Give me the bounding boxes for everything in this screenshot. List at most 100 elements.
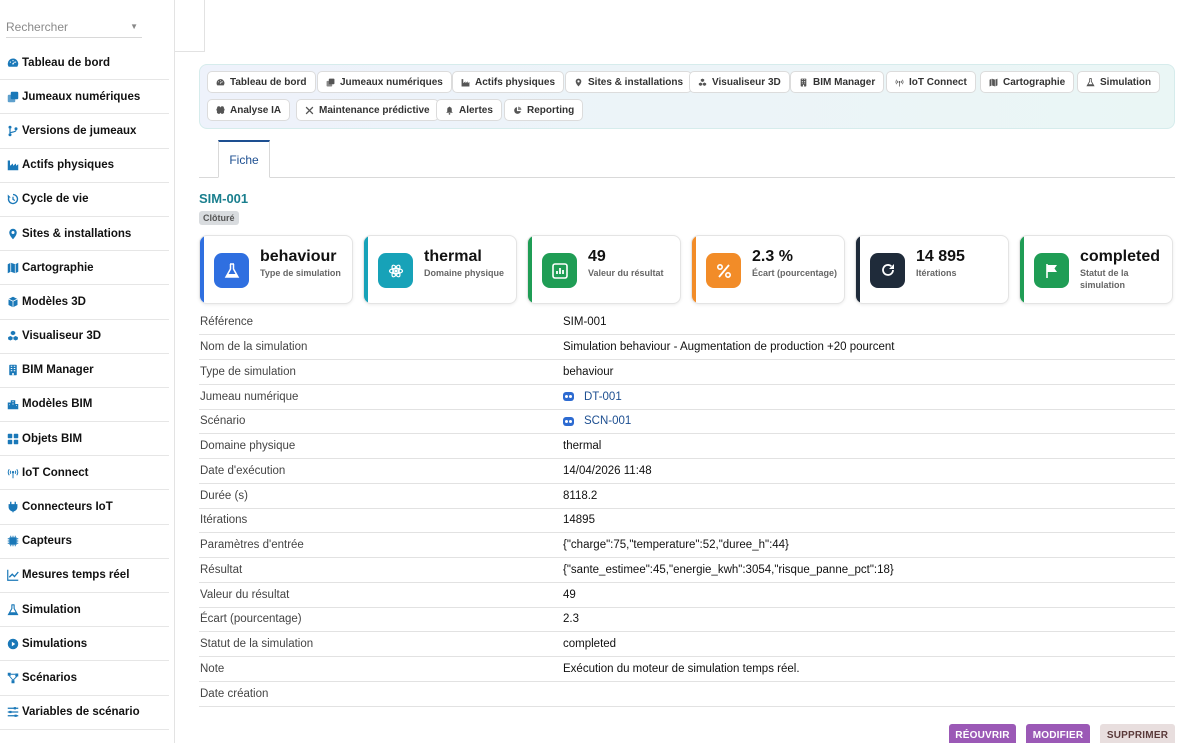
table-row: Type de simulation behaviour — [199, 360, 1175, 385]
gauge-icon — [216, 78, 225, 87]
module-sites-installations[interactable]: Sites & installations — [565, 71, 693, 93]
kpi-label: Écart (pourcentage) — [752, 268, 838, 278]
sidebar-item-label: Modèles BIM — [22, 398, 93, 411]
tab-bar: Fiche — [199, 140, 1175, 178]
sidebar-item-mesures-temps-r-el[interactable]: Mesures temps réel — [0, 559, 169, 593]
sidebar-item-label: Cartographie — [22, 261, 94, 274]
detail-label: Type de simulation — [200, 365, 296, 378]
module-analyse-ia[interactable]: Analyse IA — [207, 99, 291, 121]
record-link[interactable]: DT-001 — [563, 391, 622, 403]
kpi-accent-bar — [364, 236, 368, 303]
map-icon — [6, 261, 19, 274]
sliders-icon — [6, 706, 19, 719]
kpi-value: completed — [1080, 248, 1161, 265]
atom-icon — [378, 253, 413, 288]
edit-button[interactable]: MODIFIER — [1026, 724, 1090, 743]
detail-value-cell: SCN-001 — [563, 409, 1175, 434]
module-bim-manager[interactable]: BIM Manager — [790, 71, 885, 93]
sidebar-item-label: Cycle de vie — [22, 193, 89, 206]
sidebar-item-bim-manager[interactable]: BIM Manager — [0, 354, 169, 388]
line-chart-icon — [6, 569, 19, 582]
module-maintenance-pr-dictive[interactable]: Maintenance prédictive — [296, 99, 439, 121]
sidebar-item-variables-de-sc-nario[interactable]: Variables de scénario — [0, 696, 169, 730]
tab-fiche[interactable]: Fiche — [218, 140, 270, 178]
module-actifs-physiques[interactable]: Actifs physiques — [452, 71, 565, 93]
sidebar-item-visualiseur-3d[interactable]: Visualiseur 3D — [0, 320, 169, 354]
module-tableau-de-bord[interactable]: Tableau de bord — [207, 71, 316, 93]
sidebar-item-label: Modèles 3D — [22, 295, 86, 308]
top-panel — [175, 0, 205, 52]
module-visualiseur-3d[interactable]: Visualiseur 3D — [689, 71, 790, 93]
module-reporting[interactable]: Reporting — [504, 99, 584, 121]
detail-value: {"charge":75,"temperature":52,"duree_h":… — [563, 539, 789, 552]
table-row: Itérations 14895 — [199, 508, 1175, 533]
antenna-icon — [6, 466, 19, 479]
table-row: Scénario SCN-001 — [199, 409, 1175, 434]
sidebar-item-label: Mesures temps réel — [22, 569, 130, 582]
reopen-button[interactable]: RÉOUVRIR — [949, 724, 1016, 743]
flask-icon — [6, 603, 19, 616]
table-row: Résultat {"sante_estimee":45,"energie_kwh… — [199, 558, 1175, 583]
link-chip-icon — [563, 416, 574, 426]
gauge-icon — [6, 56, 19, 69]
module-iot-connect[interactable]: IoT Connect — [886, 71, 976, 93]
sidebar-item-label: Sites & installations — [22, 227, 132, 240]
microchip-icon — [6, 535, 19, 548]
sidebar-item-simulations[interactable]: Simulations — [0, 627, 169, 662]
sidebar-item-jumeaux-num-riques[interactable]: Jumeaux numériques — [0, 80, 169, 115]
sidebar: Rechercher ▼ Tableau de bord Jumeaux numé… — [0, 0, 175, 743]
detail-value: 14895 — [563, 514, 595, 527]
detail-value: 49 — [563, 588, 576, 601]
table-row: Statut de la simulation completed — [199, 632, 1175, 657]
industry-icon — [461, 78, 470, 87]
detail-label: Jumeau numérique — [200, 390, 299, 403]
sidebar-search-select[interactable]: Rechercher ▼ — [6, 18, 142, 38]
sidebar-item-actifs-physiques[interactable]: Actifs physiques — [0, 149, 169, 183]
kpi-accent-bar — [692, 236, 696, 303]
detail-value: Exécution du moteur de simulation temps … — [563, 662, 800, 675]
sidebar-item-capteurs[interactable]: Capteurs — [0, 525, 169, 559]
record-link[interactable]: SCN-001 — [563, 415, 631, 427]
table-row: Valeur du résultat 49 — [199, 582, 1175, 607]
sidebar-item-tableau-de-bord[interactable]: Tableau de bord — [0, 46, 169, 81]
sidebar-item-connecteurs-iot[interactable]: Connecteurs IoT — [0, 490, 169, 525]
detail-value: 2.3 — [563, 613, 579, 626]
table-row: Domaine physique thermal — [199, 434, 1175, 459]
module-label: Maintenance prédictive — [319, 104, 430, 116]
sidebar-item-objets-bim[interactable]: Objets BIM — [0, 422, 169, 457]
module-label: IoT Connect — [909, 76, 967, 88]
link-text: SCN-001 — [584, 415, 632, 428]
kpi-value: behaviour — [260, 248, 337, 265]
module-label: Actifs physiques — [475, 76, 556, 88]
detail-label: Domaine physique — [200, 440, 296, 453]
flag-icon — [1034, 253, 1069, 288]
sidebar-item-cycle-de-vie[interactable]: Cycle de vie — [0, 183, 169, 217]
module-cartographie[interactable]: Cartographie — [980, 71, 1075, 93]
sidebar-item-sc-narios[interactable]: Scénarios — [0, 661, 169, 696]
chevron-down-icon: ▼ — [130, 22, 138, 31]
sidebar-item-mod-les-bim[interactable]: Modèles BIM — [0, 388, 169, 423]
sidebar-item-mod-les-3d[interactable]: Modèles 3D — [0, 285, 169, 320]
kpi-card: behaviour Type de simulation — [199, 235, 353, 304]
percent-icon — [706, 253, 741, 288]
kpi-card: completed Statut de la simulation — [1019, 235, 1173, 304]
sidebar-item-versions-de-jumeaux[interactable]: Versions de jumeaux — [0, 114, 169, 149]
sidebar-item-sites-installations[interactable]: Sites & installations — [0, 217, 169, 252]
branch-icon — [6, 124, 19, 137]
sidebar-item-simulation[interactable]: Simulation — [0, 593, 169, 628]
module-label: Jumeaux numériques — [340, 76, 443, 88]
module-simulation[interactable]: Simulation — [1077, 71, 1161, 93]
delete-button[interactable]: SUPPRIMER — [1100, 724, 1175, 743]
kpi-label: Valeur du résultat — [588, 268, 664, 278]
kpi-card: thermal Domaine physique — [363, 235, 517, 304]
detail-label: Date d'exécution — [200, 464, 286, 477]
sidebar-item-cartographie[interactable]: Cartographie — [0, 251, 169, 286]
table-row: Paramètres d'entrée {"charge":75,"tempera… — [199, 533, 1175, 558]
detail-value: {"sante_estimee":45,"energie_kwh":3054,"… — [563, 563, 894, 576]
kpi-value: 2.3 % — [752, 248, 793, 265]
search-placeholder: Rechercher — [6, 20, 69, 34]
module-alertes[interactable]: Alertes — [436, 99, 502, 121]
detail-value: 8118.2 — [563, 489, 598, 502]
module-jumeaux-num-riques[interactable]: Jumeaux numériques — [317, 71, 452, 93]
sidebar-item-iot-connect[interactable]: IoT Connect — [0, 456, 169, 491]
